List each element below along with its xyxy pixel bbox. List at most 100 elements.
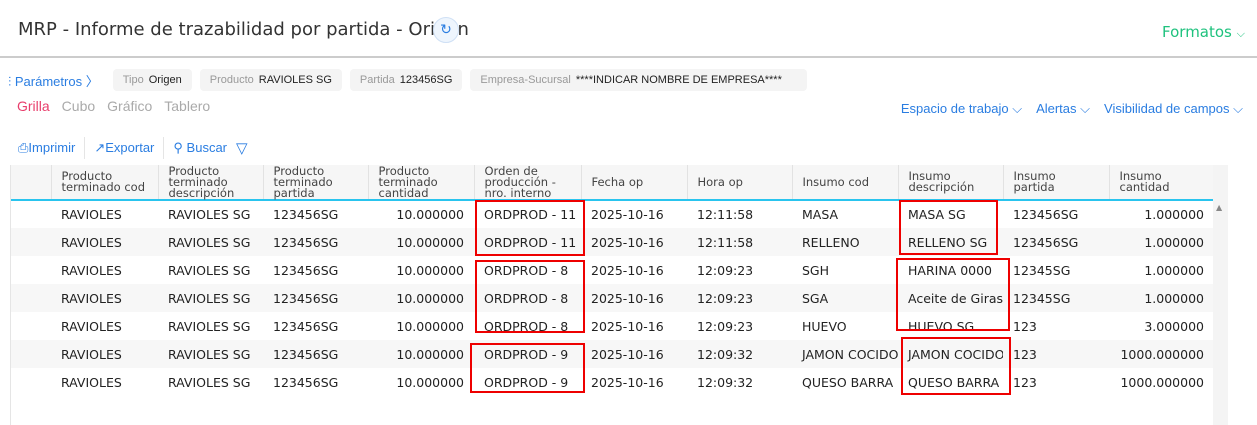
table-cell: RAVIOLES SG [158,340,263,368]
row-selector[interactable] [11,312,51,340]
table-cell: RAVIOLES [61,207,122,222]
table-cell: RAVIOLES [51,228,158,256]
table-cell: 12345SG [1013,262,1071,278]
row-selector[interactable] [11,340,51,368]
export-button[interactable]: ↗Exportar [85,137,165,159]
table-cell: RAVIOLES [61,318,122,334]
table-cell: 123 [1013,374,1037,390]
column-header[interactable]: Insumo descripción [898,165,1004,201]
row-selector[interactable] [11,200,51,228]
column-header[interactable]: Orden de producción - nro. interno [474,165,582,201]
table-row[interactable]: RAVIOLES RAVIOLES SG 123456SG 10.000000 ORDP… [11,284,1214,312]
refresh-button[interactable]: ↻ [433,17,459,43]
chip-key: Empresa-Sucursal [480,74,571,86]
search-icon: ⚲ [173,140,183,155]
column-header[interactable]: Insumo partida [1003,165,1110,201]
workspace-dropdown[interactable]: Espacio de trabajo ⌵ [901,101,1022,117]
view-tabs: Grilla Cubo Gráfico Tablero [17,98,210,114]
search-label: Buscar [186,140,228,155]
export-label: Exportar [105,140,155,155]
scroll-up-icon[interactable]: ▲ [1216,203,1222,212]
filter-icon[interactable]: ▽ [236,139,248,157]
toolbar: ⎙Imprimir ↗Exportar ⚲ Buscar ▽ [18,137,248,159]
column-header[interactable]: Producto terminado cantidad [368,165,475,201]
field-visibility-dropdown[interactable]: Visibilidad de campos ⌵ [1104,101,1243,117]
chip-key: Producto [209,74,254,86]
table-cell: 10.000000 [396,374,464,390]
alerts-label: Alertas [1036,101,1077,116]
table-row[interactable]: RAVIOLES RAVIOLES SG 123456SG 10.000000 ORDP… [11,340,1214,368]
table-row[interactable]: RAVIOLES RAVIOLES SG 123456SG 10.000000 ORDP… [11,200,1214,228]
highlight-box [896,258,1010,331]
row-selector[interactable] [11,256,51,284]
column-header[interactable]: Fecha op [581,165,688,201]
table-cell: 12:09:32 [687,340,792,368]
chip-value: Origen [148,74,182,86]
highlight-box [470,343,585,393]
table-cell: 1000.000000 [1109,340,1214,368]
table-cell: 12:11:58 [697,207,754,222]
alerts-dropdown[interactable]: Alertas ⌵ [1036,101,1090,117]
column-header[interactable]: Insumo cod [792,165,899,201]
table-cell: 2025-10-16 [591,318,664,334]
tab-cubo[interactable]: Cubo [62,98,95,114]
parameters-bar: ⫶ Parámetros 〉 Tipo Origen Producto RAVIOL… [8,69,807,91]
workspace-label: Espacio de trabajo [900,101,1009,116]
highlight-box [899,200,998,255]
highlight-box [475,260,585,333]
table-row[interactable]: RAVIOLES RAVIOLES SG 123456SG 10.000000 ORDP… [11,368,1214,396]
table-cell: RAVIOLES [61,374,122,390]
chip-value: 123456SG [399,74,453,86]
row-selector[interactable] [11,368,51,396]
external-link-icon: ↗ [94,140,106,155]
table-cell: JAMON COCIDO [792,340,898,368]
row-selector[interactable] [11,228,51,256]
table-cell: SGA [792,284,898,312]
table-cell: RAVIOLES SG [168,374,251,390]
column-header[interactable]: Producto terminado cod [51,165,159,201]
table-row[interactable]: RAVIOLES RAVIOLES SG 123456SG 10.000000 ORDP… [11,228,1214,256]
table-cell: 3.000000 [1144,318,1204,334]
table-cell: RELLENO [792,228,898,256]
table-cell: RAVIOLES SG [158,228,263,256]
chip-value: ****INDICAR NOMBRE DE EMPRESA**** [575,74,782,86]
table-cell: 10.000000 [368,284,474,312]
table-cell: 2025-10-16 [591,207,664,222]
table-cell: 123456SG [273,207,339,222]
table-cell: 10.000000 [368,340,474,368]
field-visibility-label: Visibilidad de campos [1104,101,1230,116]
column-header[interactable]: Hora op [687,165,793,201]
table-cell: 123456SG [273,262,339,278]
formatos-dropdown[interactable]: Formatos ⌵ [1162,23,1245,41]
print-button[interactable]: ⎙Imprimir [18,137,86,159]
table-cell: MASA [802,207,839,222]
table-cell: 123456SG [273,318,339,334]
table-cell: HUEVO [802,318,847,334]
table-cell: 2025-10-16 [581,284,687,312]
table-cell: 1.000000 [1109,228,1214,256]
table-cell: 1.000000 [1144,207,1204,222]
table-cell: 2025-10-16 [591,262,664,278]
highlight-box [475,200,585,256]
printer-icon: ⎙ [18,140,29,155]
parameters-button[interactable]: ⫶ Parámetros 〉 [8,71,99,90]
tab-grafico[interactable]: Gráfico [107,98,152,114]
tab-grilla[interactable]: Grilla [17,98,50,114]
search-button[interactable]: ⚲ Buscar [164,137,236,159]
data-grid: Producto terminado cod Producto terminado… [10,165,1228,425]
table-row[interactable]: RAVIOLES RAVIOLES SG 123456SG 10.000000 ORDP… [11,312,1214,340]
table-cell: 12:09:23 [697,262,754,278]
right-menu: Espacio de trabajo ⌵ Alertas ⌵ Visibilid… [901,101,1243,117]
table-row[interactable]: RAVIOLES RAVIOLES SG 123456SG 10.000000 ORDP… [11,256,1214,284]
page-title: MRP - Informe de trazabilidad por partid… [18,19,469,40]
vertical-scrollbar[interactable]: ▲ [1213,165,1228,425]
table-cell: 2025-10-16 [581,228,687,256]
column-header[interactable]: Producto terminado partida [263,165,369,201]
column-header[interactable]: Insumo cantidad [1109,165,1215,201]
row-selector[interactable] [11,284,51,312]
column-header[interactable]: Producto terminado descripción [158,165,264,201]
chevron-down-icon: ⌵ [1080,101,1091,116]
tab-tablero[interactable]: Tablero [164,98,210,114]
table-cell: QUESO BARRA [802,374,894,390]
table-cell: RAVIOLES SG [158,284,263,312]
